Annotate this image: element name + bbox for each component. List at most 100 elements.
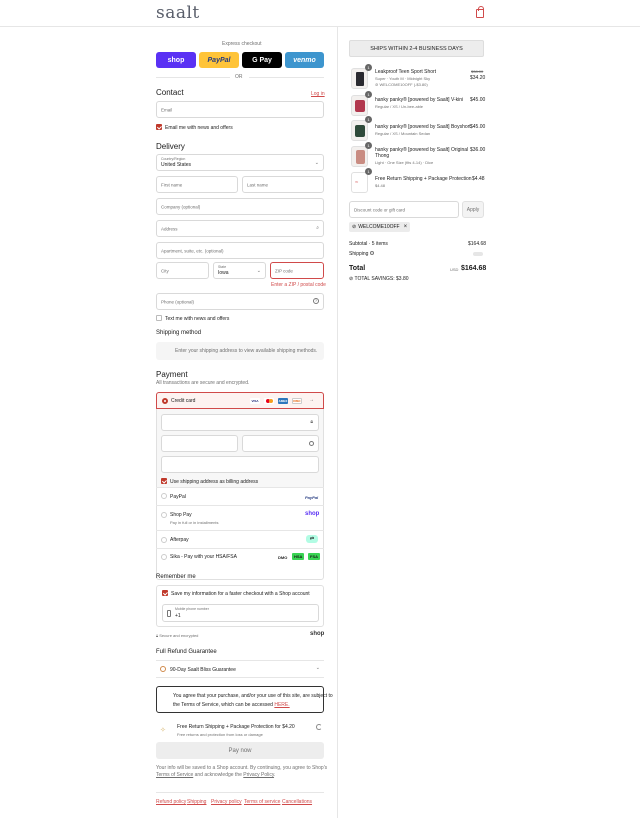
help-icon[interactable]: ? [313,298,319,304]
shop-pay-express-button[interactable]: shop [156,52,196,68]
shipping-link[interactable]: Shipping [187,799,206,805]
shop-logo: shop [305,511,320,517]
privacy-policy-link[interactable]: Privacy policy [211,799,242,805]
item-name: hanky panky® [powered by Saalt] V-kini [375,97,464,103]
card-cvv-field[interactable] [242,435,319,452]
shop-pay-label: Shop Pay [170,512,192,518]
email-news-checkbox[interactable] [156,124,162,130]
text-news-checkbox[interactable] [156,315,162,321]
total-savings: ⊘ TOTAL SAVINGS: $3.80 [349,276,409,282]
discount-code-field[interactable]: Discount code or gift card [349,201,459,218]
express-checkout-label: Express checkout [222,41,262,47]
shop-pay-sublabel: Pay in full or in installments [170,520,219,525]
sika-hsa-badge: HSA [292,553,305,560]
zip-field[interactable]: ZIP code [270,262,324,279]
remove-discount-icon[interactable]: × [404,224,408,230]
chevron-down-icon: ⌄ [315,665,320,671]
credit-card-radio[interactable] [162,398,168,404]
cancellations-link[interactable]: Cancellations [282,799,312,805]
last-name-field[interactable]: Last name [242,176,324,193]
product-image [351,68,368,89]
city-field[interactable]: City [156,262,209,279]
subtotal-label: Subtotal · 5 items [349,241,388,247]
afterpay-option[interactable]: Afterpay ⇄ [156,530,324,548]
subtotal-value: $164.68 [468,241,487,247]
disclaimer-line-2: Terms of Service and acknowledge the Pri… [156,772,276,778]
total-value: $164.68 [461,265,487,272]
pay-now-button[interactable]: Pay now [156,742,324,759]
help-icon[interactable] [309,441,314,446]
guarantee-badge-icon [160,666,166,672]
credit-card-label: Credit card [171,398,196,404]
billing-same-label: Use shipping address as billing address [170,479,259,485]
item-variant: Regular / XS / Mountain Sedan [375,131,431,136]
shopping-bag-icon[interactable] [476,6,484,18]
item-variant: Light · One Size (fits 4-14) · Dice [375,160,434,165]
terms-line-2: the Terms of Service, which can be acces… [173,702,273,708]
country-select[interactable]: Country/Region United States ⌄ [156,154,324,171]
refund-policy-link[interactable]: Refund policy [156,799,186,805]
zip-error-message: Enter a ZIP / postal code [271,282,326,288]
terms-of-service-link[interactable]: Terms of service [244,799,280,805]
sparkle-icon: ✧ [160,727,166,734]
apartment-field[interactable]: Apartment, suite, etc. (optional) [156,242,324,259]
paypal-radio[interactable] [161,493,167,499]
sika-label: Sika - Pay with your HSA/FSA [170,554,237,560]
quantity-badge: 1 [365,142,372,149]
guarantee-label: 90-Day Saalt Bliss Guarantee [170,667,236,673]
card-expiry-field[interactable] [161,435,238,452]
product-image [351,120,368,141]
terms-here-link[interactable]: HERE. [274,702,289,708]
disclaimer-line-1: Your info will be saved to a Shop accoun… [156,765,328,771]
venmo-express-button[interactable]: venmo [285,52,324,68]
save-info-checkbox[interactable] [162,590,168,596]
sika-option[interactable]: Sika - Pay with your HSA/FSA DMO HSA FSA [156,548,324,565]
shipping-time-banner: SHIPS WITHIN 2-4 BUSINESS DAYS [349,40,484,57]
paypal-express-button[interactable]: PayPal [199,52,239,68]
item-price: $4.48 [472,176,485,182]
paypal-option[interactable]: PayPal PayPal [156,487,324,504]
shop-tos-link[interactable]: Terms of Service [156,772,193,778]
company-field[interactable]: Company (optional) [156,198,324,215]
header: saalt [0,0,640,27]
shipping-method-placeholder-box: Enter your shipping address to view avai… [156,342,324,360]
lock-icon: 🔒︎ [310,419,313,425]
discover-icon: DISC [292,398,302,404]
quantity-badge: 1 [365,64,372,71]
saalt-logo[interactable]: saalt [156,3,200,23]
card-name-field[interactable] [161,456,319,473]
secure-encrypted-label: 🔒︎ Secure and encrypted [156,633,199,638]
phone-field[interactable]: Phone (optional) ? [156,293,324,310]
first-name-field[interactable]: First name [156,176,238,193]
sika-radio[interactable] [161,554,167,560]
login-link[interactable]: Log in [311,91,325,97]
afterpay-radio[interactable] [161,537,167,543]
product-image [351,95,368,116]
delivery-heading: Delivery [156,142,185,151]
billing-same-checkbox[interactable] [161,478,167,484]
shipping-label: Shipping [349,251,374,257]
apply-button[interactable]: Apply [462,201,484,218]
credit-card-option[interactable]: Credit card VISA AMEX DISC → [156,392,324,409]
payment-heading: Payment [156,370,188,379]
address-field[interactable]: Address ⌕ [156,220,324,237]
shop-pay-option[interactable]: Shop Pay Pay in full or in installments … [156,505,324,530]
chevron-down-icon: ⌄ [256,268,261,274]
paypal-logo: PayPal [305,495,319,500]
mobile-phone-field[interactable]: Mobile phone number +1 [162,604,319,622]
tag-icon: ⊘ [352,224,357,230]
state-select[interactable]: State Iowa ⌄ [213,262,266,279]
guarantee-dropdown[interactable]: 90-Day Saalt Bliss Guarantee ⌄ [156,660,324,678]
refund-heading: Full Refund Guarantee [156,649,217,655]
order-summary-panel [337,27,640,818]
gpay-express-button[interactable]: G Pay [242,52,282,68]
save-info-label: Save my information for a faster checkou… [171,591,310,597]
help-icon[interactable] [369,251,374,255]
shop-pay-radio[interactable] [161,512,167,518]
shop-privacy-link[interactable]: Privacy Policy [243,772,274,778]
item-name: hanky panky® [powered by Saalt] Boyshort [375,124,471,130]
contact-heading: Contact [156,88,184,97]
email-field[interactable]: Email [156,101,324,118]
visa-icon: VISA [250,398,260,404]
card-number-field[interactable]: 🔒︎ [161,414,319,431]
